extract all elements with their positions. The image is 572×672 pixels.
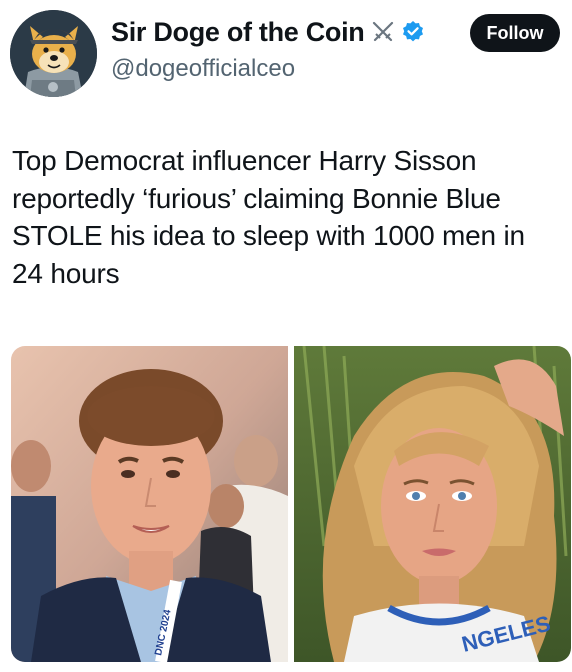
display-name[interactable]: Sir Doge of the Coin [111, 17, 365, 48]
name-row: Sir Doge of the Coin [111, 14, 425, 50]
post-text: Top Democrat influencer Harry Sisson rep… [12, 145, 525, 289]
media-grid: DNC 2024 NGELES [11, 346, 571, 662]
crossed-swords-icon [371, 20, 395, 44]
doge-knight-avatar-icon [10, 10, 97, 97]
post-header: Sir Doge of the Coin @dogeofficialceo Fo… [0, 0, 572, 110]
avatar[interactable] [10, 10, 97, 97]
user-handle[interactable]: @dogeofficialceo [111, 55, 295, 83]
follow-button[interactable]: Follow [470, 14, 560, 52]
verified-badge-icon [401, 20, 425, 44]
photo-harry-sisson[interactable]: DNC 2024 [11, 346, 288, 662]
photo-bonnie-blue[interactable]: NGELES [294, 346, 571, 662]
